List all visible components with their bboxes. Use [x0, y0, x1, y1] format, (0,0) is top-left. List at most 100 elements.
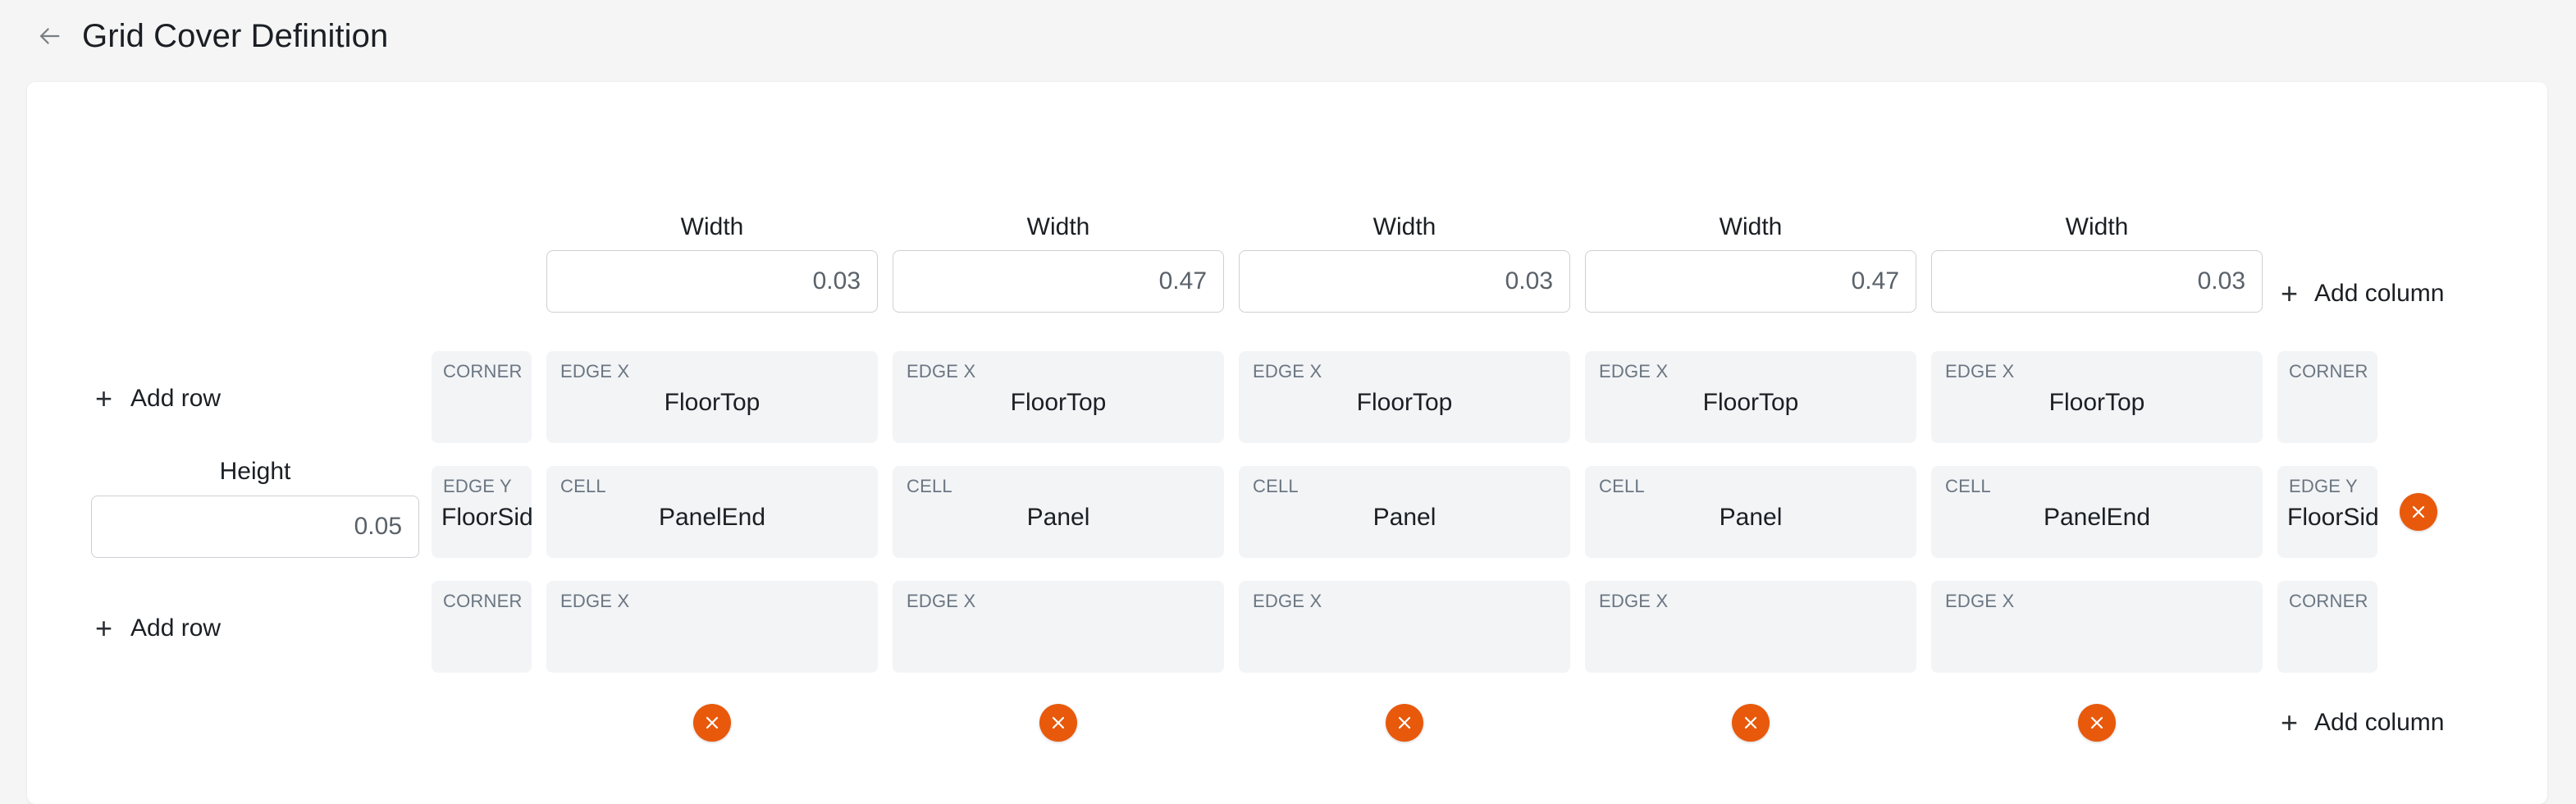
add-row-top-label: Add row	[130, 385, 222, 412]
width-label-4: Width	[2065, 213, 2129, 240]
height-label: Height	[219, 458, 291, 485]
add-column-bottom-label: Add column	[2314, 708, 2445, 736]
plus-icon: +	[2281, 706, 2299, 739]
plus-icon: +	[2281, 276, 2299, 310]
grid-cell-1-0[interactable]: CELL PanelEnd	[546, 466, 878, 558]
width-input-0[interactable]	[546, 250, 878, 313]
column-width-group-4: Width	[1931, 213, 2263, 313]
cell-value-label: FloorTop	[2048, 389, 2145, 416]
width-label-0: Width	[680, 213, 744, 240]
cell-value-label: PanelEnd	[658, 504, 766, 531]
grid-area: Width Width Width Width	[432, 82, 2547, 804]
delete-column-wrap-1	[893, 704, 1224, 742]
delete-column-wrap-2	[1239, 704, 1570, 742]
delete-column-button[interactable]	[693, 704, 731, 742]
cell-kind-label: EDGE X	[560, 361, 630, 381]
cell-kind-label: CORNER	[443, 361, 523, 381]
grid-row-0: CORNER EDGE X FloorTop EDGE X FloorTop E…	[432, 351, 2445, 443]
delete-row-button[interactable]	[2400, 493, 2437, 531]
cell-kind-label: EDGE X	[907, 361, 976, 381]
cell-kind-label: EDGE Y	[443, 476, 512, 496]
delete-column-wrap-3	[1585, 704, 1916, 742]
grid-cell-0-3[interactable]: EDGE X FloorTop	[1585, 351, 1916, 443]
width-label-3: Width	[1719, 213, 1783, 240]
delete-column-button[interactable]	[2078, 704, 2116, 742]
width-input-4[interactable]	[1931, 250, 2263, 313]
grid-cell-0-0[interactable]: EDGE X FloorTop	[546, 351, 878, 443]
grid-cell-2-4[interactable]: EDGE X	[1931, 581, 2263, 673]
grid-cell-1-1[interactable]: CELL Panel	[893, 466, 1224, 558]
delete-column-wrap-0	[546, 704, 878, 742]
cell-kind-label: EDGE X	[1599, 591, 1669, 611]
width-label-1: Width	[1026, 213, 1090, 240]
cell-value-label: PanelEnd	[2043, 504, 2151, 531]
height-field-group: Height	[91, 458, 419, 558]
grid-cell-1-4[interactable]: CELL PanelEnd	[1931, 466, 2263, 558]
cell-kind-label: CORNER	[2289, 591, 2368, 611]
grid-row-2: CORNER EDGE X EDGE X EDGE X EDGE X EDGE …	[432, 581, 2445, 673]
row-delete-wrap-1	[2392, 493, 2445, 531]
row-controls-column: + Add row Height + Add row	[66, 82, 419, 804]
cell-kind-label: EDGE X	[1945, 361, 2015, 381]
cell-kind-label: EDGE X	[1599, 361, 1669, 381]
delete-column-wrap-4	[1931, 704, 2263, 742]
width-input-2[interactable]	[1239, 250, 1570, 313]
cell-value-label: Panel	[1372, 504, 1436, 531]
add-column-bottom-button[interactable]: + Add column	[2281, 706, 2445, 739]
grid-row-1: EDGE Y FloorSide CELL PanelEnd CELL Pane…	[432, 466, 2445, 558]
page-header: Grid Cover Definition	[0, 0, 2576, 72]
width-input-1[interactable]	[893, 250, 1224, 313]
grid-corner-left-0[interactable]: CORNER	[432, 351, 532, 443]
column-width-group-1: Width	[893, 213, 1224, 313]
grid-cell-2-1[interactable]: EDGE X	[893, 581, 1224, 673]
cell-value-label: Panel	[1719, 504, 1783, 531]
grid-edge-y-right-1[interactable]: EDGE Y FloorSide	[2277, 466, 2377, 558]
cell-kind-label: EDGE X	[907, 591, 976, 611]
add-column-top-label: Add column	[2314, 279, 2445, 307]
add-column-top-button[interactable]: + Add column	[2281, 276, 2445, 310]
add-row-bottom-button[interactable]: + Add row	[95, 614, 221, 643]
cell-kind-label: EDGE X	[560, 591, 630, 611]
grid-corner-left-2[interactable]: CORNER	[432, 581, 532, 673]
grid-cell-0-2[interactable]: EDGE X FloorTop	[1239, 351, 1570, 443]
grid-cell-2-3[interactable]: EDGE X	[1585, 581, 1916, 673]
cell-kind-label: CELL	[1945, 476, 1991, 496]
grid-cell-2-0[interactable]: EDGE X	[546, 581, 878, 673]
cell-kind-label: EDGE Y	[2289, 476, 2358, 496]
grid-definition-card: + Add row Height + Add row Width	[27, 82, 2547, 804]
delete-column-button[interactable]	[1732, 704, 1770, 742]
cell-value-label: FloorTop	[1702, 389, 1799, 416]
cell-kind-label: EDGE X	[1253, 591, 1322, 611]
cell-value-label: FloorTop	[664, 389, 760, 416]
cell-kind-label: CORNER	[2289, 361, 2368, 381]
grid-edge-y-left-1[interactable]: EDGE Y FloorSide	[432, 466, 532, 558]
cell-kind-label: CELL	[1253, 476, 1299, 496]
grid-cell-0-4[interactable]: EDGE X FloorTop	[1931, 351, 2263, 443]
delete-column-button[interactable]	[1386, 704, 1423, 742]
grid-corner-right-0[interactable]: CORNER	[2277, 351, 2377, 443]
plus-icon: +	[95, 611, 113, 645]
column-width-group-3: Width	[1585, 213, 1916, 313]
delete-column-button[interactable]	[1039, 704, 1077, 742]
width-input-3[interactable]	[1585, 250, 1916, 313]
grid-cell-1-2[interactable]: CELL Panel	[1239, 466, 1570, 558]
cell-value-label: FloorSide	[441, 504, 532, 531]
cell-value-label: FloorTop	[1010, 389, 1107, 416]
height-input[interactable]	[91, 496, 419, 558]
column-delete-row: + Add column	[432, 704, 2445, 742]
cell-value-label: FloorTop	[1356, 389, 1453, 416]
grid-corner-right-2[interactable]: CORNER	[2277, 581, 2377, 673]
column-width-group-2: Width	[1239, 213, 1570, 313]
cell-kind-label: CELL	[1599, 476, 1645, 496]
cell-kind-label: CELL	[560, 476, 606, 496]
cell-value-label: Panel	[1026, 504, 1090, 531]
cell-value-label: FloorSide	[2287, 504, 2377, 531]
plus-icon: +	[95, 381, 113, 415]
grid-cell-0-1[interactable]: EDGE X FloorTop	[893, 351, 1224, 443]
grid-cell-2-2[interactable]: EDGE X	[1239, 581, 1570, 673]
add-row-bottom-label: Add row	[130, 614, 222, 642]
column-width-group-0: Width	[546, 213, 878, 313]
add-row-top-button[interactable]: + Add row	[95, 384, 221, 413]
grid-cell-1-3[interactable]: CELL Panel	[1585, 466, 1916, 558]
arrow-left-icon[interactable]	[31, 18, 67, 54]
